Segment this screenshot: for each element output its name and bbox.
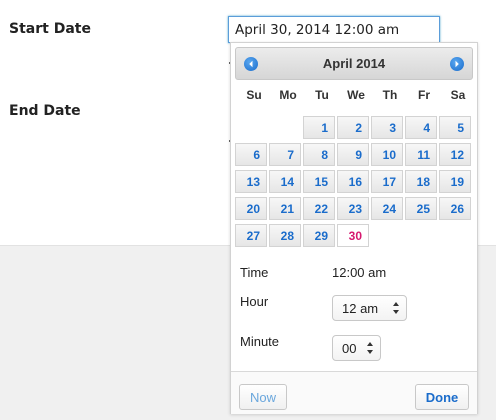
day-cell[interactable]: 3 (371, 116, 403, 139)
day-cell[interactable]: 12 (439, 143, 471, 166)
day-cell[interactable]: 27 (235, 224, 267, 247)
weekday-label: Sa (450, 88, 466, 102)
datepicker-header: April 2014 (235, 47, 473, 80)
day-cell[interactable]: 22 (303, 197, 335, 220)
time-label: Time (240, 265, 269, 280)
day-cell[interactable]: 29 (303, 224, 335, 247)
day-cell[interactable]: 14 (269, 170, 301, 193)
hour-select-value: 12 am (342, 301, 379, 316)
day-cell[interactable]: 7 (269, 143, 301, 166)
now-button[interactable]: Now (239, 384, 287, 410)
day-cell[interactable]: 8 (303, 143, 335, 166)
select-arrows-icon (367, 342, 373, 354)
day-cell[interactable]: 21 (269, 197, 301, 220)
weekday-row: Su Mo Tu We Th Fr Sa (235, 88, 473, 108)
weekday-label: Fr (418, 88, 430, 102)
weekday-label: Tu (315, 88, 329, 102)
day-cell[interactable]: 25 (405, 197, 437, 220)
day-cell[interactable]: 20 (235, 197, 267, 220)
day-cell[interactable]: 19 (439, 170, 471, 193)
day-cell[interactable]: 11 (405, 143, 437, 166)
time-value: 12:00 am (332, 265, 387, 280)
day-cell[interactable]: 9 (337, 143, 369, 166)
end-date-label: End Date (9, 103, 81, 119)
day-cell[interactable]: 26 (439, 197, 471, 220)
day-cell[interactable]: 28 (269, 224, 301, 247)
select-arrows-icon (393, 302, 399, 314)
day-cell[interactable]: 24 (371, 197, 403, 220)
minute-select[interactable]: 00 (332, 335, 381, 361)
weekday-label: We (347, 88, 365, 102)
hour-select[interactable]: 12 am (332, 295, 407, 321)
datepicker-popup: April 2014 Su Mo Tu We Th Fr Sa 1 2 3 4 … (230, 42, 478, 414)
day-cell[interactable]: 23 (337, 197, 369, 220)
day-cell[interactable]: 6 (235, 143, 267, 166)
weekday-label: Mo (279, 88, 297, 102)
datepicker-footer: Now Done (231, 371, 477, 414)
day-cell[interactable]: 10 (371, 143, 403, 166)
weekday-label: Su (246, 88, 262, 102)
minute-label: Minute (240, 334, 280, 349)
done-button[interactable]: Done (415, 384, 469, 410)
day-cell[interactable]: 5 (439, 116, 471, 139)
start-date-input[interactable] (228, 16, 440, 43)
day-cell[interactable]: 13 (235, 170, 267, 193)
minute-select-value: 00 (342, 341, 357, 356)
hour-label: Hour (240, 294, 269, 309)
day-cell[interactable]: 2 (337, 116, 369, 139)
chevron-right-icon[interactable] (450, 57, 464, 71)
day-cell[interactable]: 15 (303, 170, 335, 193)
day-cell-selected[interactable]: 30 (337, 224, 369, 247)
day-cell[interactable]: 4 (405, 116, 437, 139)
day-cell[interactable]: 16 (337, 170, 369, 193)
day-cell[interactable]: 18 (405, 170, 437, 193)
start-date-label: Start Date (9, 21, 91, 37)
day-cell[interactable]: 1 (303, 116, 335, 139)
weekday-label: Th (382, 88, 398, 102)
day-cell[interactable]: 17 (371, 170, 403, 193)
month-title: April 2014 (322, 56, 386, 71)
